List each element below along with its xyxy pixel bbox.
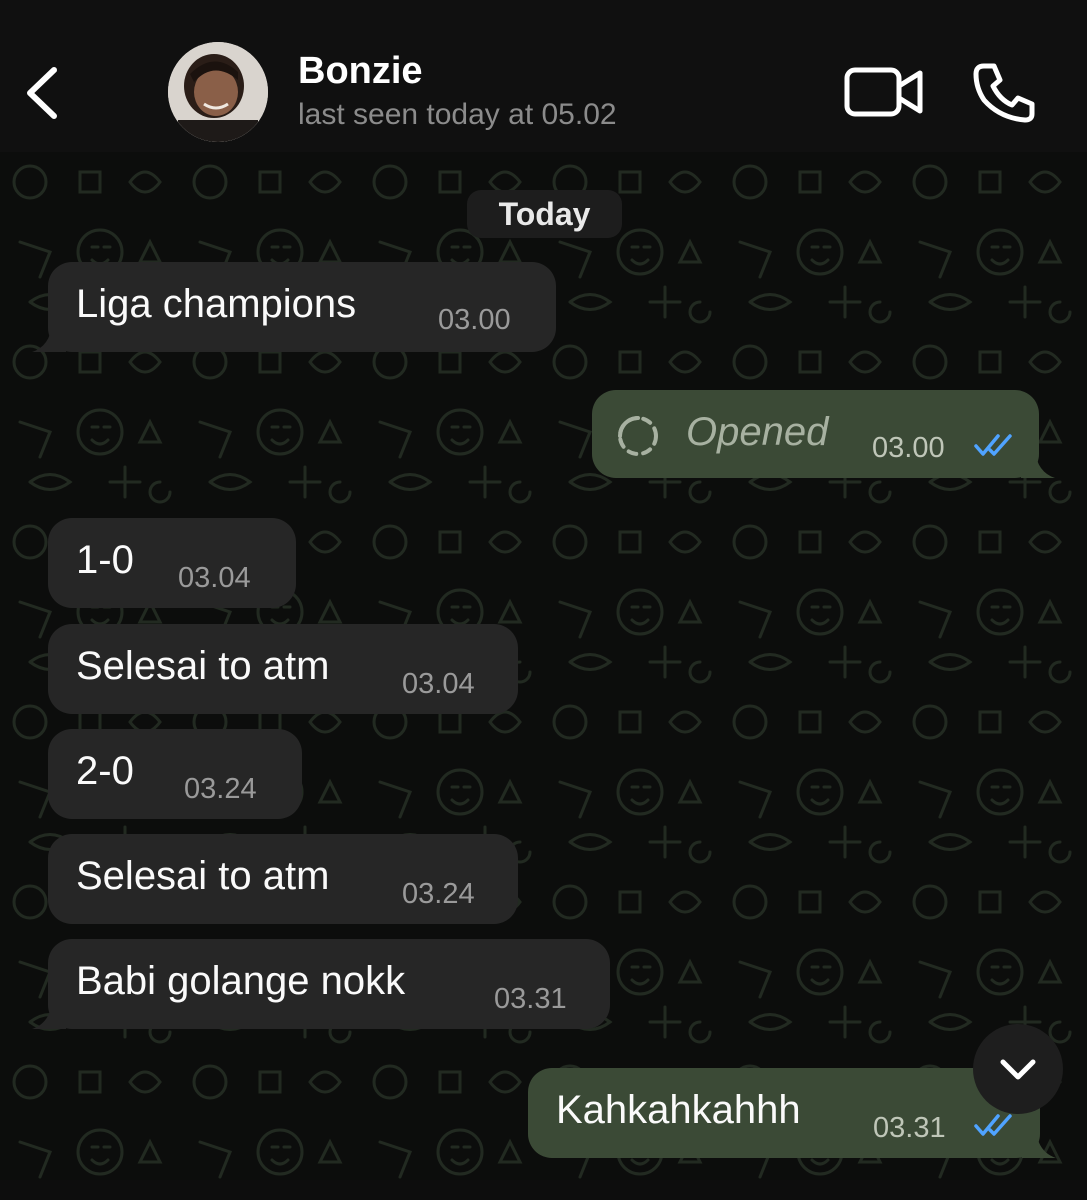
message-time: 03.04 xyxy=(178,562,251,594)
message-text: Liga champions xyxy=(76,282,357,326)
message-time: 03.31 xyxy=(494,983,567,1015)
chat-header: Bonzie last seen today at 05.02 xyxy=(0,0,1087,152)
bubble-tail xyxy=(32,1001,66,1029)
message-incoming[interactable]: 2-0 03.24 xyxy=(48,729,302,819)
last-seen-status: last seen today at 05.02 xyxy=(298,98,617,131)
message-text: Selesai to atm xyxy=(76,854,330,898)
video-camera-icon xyxy=(844,67,923,117)
message-time: 03.24 xyxy=(402,878,475,910)
date-separator: Today xyxy=(467,190,622,238)
read-receipt-icon xyxy=(974,434,1012,456)
bubble-tail xyxy=(32,324,66,352)
message-text: 1-0 xyxy=(76,538,134,582)
back-button[interactable] xyxy=(20,58,68,128)
message-incoming[interactable]: 1-0 03.04 xyxy=(48,518,296,608)
bubble-tail xyxy=(1021,450,1055,478)
bottom-edge xyxy=(0,1180,1087,1200)
message-incoming[interactable]: Selesai to atm 03.04 xyxy=(48,624,518,714)
message-text: Babi golange nokk xyxy=(76,959,406,1003)
chevron-down-icon xyxy=(1000,1059,1036,1080)
message-time: 03.24 xyxy=(184,773,257,805)
message-text: Kahkahkahhh xyxy=(556,1088,801,1132)
message-outgoing[interactable]: Kahkahkahhh 03.31 xyxy=(528,1068,1056,1158)
scroll-to-bottom-button[interactable] xyxy=(973,1024,1063,1114)
read-receipt-icon xyxy=(974,1114,1012,1136)
chevron-left-icon xyxy=(27,67,57,119)
message-text: Selesai to atm xyxy=(76,644,330,688)
view-once-icon xyxy=(618,416,658,456)
message-text: 2-0 xyxy=(76,749,134,793)
contact-name[interactable]: Bonzie xyxy=(298,50,423,93)
message-time: 03.31 xyxy=(873,1112,946,1144)
message-incoming[interactable]: Liga champions 03.00 xyxy=(32,262,556,352)
avatar[interactable] xyxy=(168,42,268,142)
message-time: 03.04 xyxy=(402,668,475,700)
phone-icon xyxy=(973,63,1035,123)
voice-call-button[interactable] xyxy=(970,60,1036,126)
message-incoming[interactable]: Babi golange nokk 03.31 xyxy=(32,939,610,1029)
avatar-photo xyxy=(168,42,268,142)
message-text: Opened xyxy=(686,410,829,454)
message-outgoing[interactable]: Opened 03.00 xyxy=(592,390,1055,478)
video-call-button[interactable] xyxy=(842,64,926,120)
bubble-tail xyxy=(1022,1130,1056,1158)
message-incoming[interactable]: Selesai to atm 03.24 xyxy=(48,834,518,924)
message-time: 03.00 xyxy=(872,432,945,464)
message-time: 03.00 xyxy=(438,304,511,336)
